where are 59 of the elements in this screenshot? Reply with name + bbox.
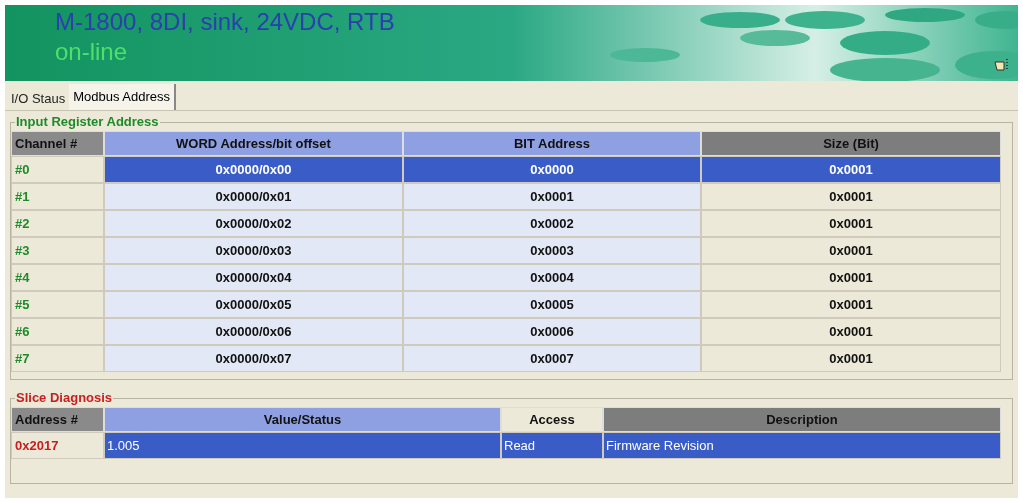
table-cell: 0x0001 (701, 210, 1001, 237)
table-cell: 0x0005 (403, 291, 701, 318)
column-header[interactable]: BIT Address (403, 131, 701, 156)
table-cell: 0x0001 (701, 264, 1001, 291)
table-cell: Firmware Revision (603, 432, 1001, 459)
table-cell: Read (501, 432, 603, 459)
table-cell: 0x0000/0x04 (104, 264, 403, 291)
table-cell: 0x0003 (403, 237, 701, 264)
table-row[interactable]: #0 0x0000/0x00 0x0000 0x0001 (11, 156, 1012, 183)
column-header[interactable]: WORD Address/bit offset (104, 131, 403, 156)
table-row[interactable]: #5 0x0000/0x05 0x0005 0x0001 (11, 291, 1012, 318)
table-cell: 0x0000/0x00 (104, 156, 403, 183)
table-cell: #3 (11, 237, 104, 264)
table-cell: 0x0000/0x02 (104, 210, 403, 237)
table-row[interactable]: #6 0x0000/0x06 0x0006 0x0001 (11, 318, 1012, 345)
tab[interactable]: Modbus Address (69, 84, 177, 110)
table-row[interactable]: #1 0x0000/0x01 0x0001 0x0001 (11, 183, 1012, 210)
group-title: Slice Diagnosis (15, 390, 114, 406)
table-cell: 0x0007 (403, 345, 701, 372)
table-cell: #0 (11, 156, 104, 183)
table-cell: 0x0000/0x06 (104, 318, 403, 345)
table-cell: 0x0001 (701, 156, 1001, 183)
table-cell: 0x0000/0x07 (104, 345, 403, 372)
table-cell: #5 (11, 291, 104, 318)
column-header[interactable]: Size (Bit) (701, 131, 1001, 156)
status-text: on-line (55, 37, 128, 67)
column-header[interactable]: Channel # (11, 131, 104, 156)
table-cell: 0x0001 (701, 291, 1001, 318)
table-cell: 0x0001 (701, 183, 1001, 210)
table-row[interactable]: #4 0x0000/0x04 0x0004 0x0001 (11, 264, 1012, 291)
table-cell: 0x0006 (403, 318, 701, 345)
table-cell: #7 (11, 345, 104, 372)
column-header[interactable]: Address # (11, 407, 104, 432)
table-row[interactable]: 0x2017 1.005 Read Firmware Revision (11, 432, 1012, 459)
table-cell: 0x0000/0x01 (104, 183, 403, 210)
table-cell: #1 (11, 183, 104, 210)
table-cell: 0x0001 (701, 345, 1001, 372)
group-title: Input Register Address (15, 114, 160, 130)
table-row[interactable]: #2 0x0000/0x02 0x0002 0x0001 (11, 210, 1012, 237)
table-cell: 0x0002 (403, 210, 701, 237)
column-header[interactable]: Description (603, 407, 1001, 432)
column-header[interactable]: Value/Status (104, 407, 501, 432)
table-cell: 0x0000/0x05 (104, 291, 403, 318)
table-cell: 0x0000 (403, 156, 701, 183)
device-title: M-1800, 8DI, sink, 24VDC, RTB (55, 7, 395, 37)
table-cell: 0x0001 (701, 237, 1001, 264)
table-cell: 0x0000/0x03 (104, 237, 403, 264)
table-row[interactable]: #3 0x0000/0x03 0x0003 0x0001 (11, 237, 1012, 264)
table-cell: 0x0001 (701, 318, 1001, 345)
table-cell: 0x2017 (11, 432, 104, 459)
table-cell: 0x0001 (403, 183, 701, 210)
tab[interactable]: I/O Staus (7, 88, 70, 110)
table-cell: #4 (11, 264, 104, 291)
table-cell: #2 (11, 210, 104, 237)
table-cell: #6 (11, 318, 104, 345)
column-header[interactable]: Access (501, 407, 603, 432)
table-row[interactable]: #7 0x0000/0x07 0x0007 0x0001 (11, 345, 1012, 372)
table-cell: 0x0004 (403, 264, 701, 291)
table-cell: 1.005 (104, 432, 501, 459)
